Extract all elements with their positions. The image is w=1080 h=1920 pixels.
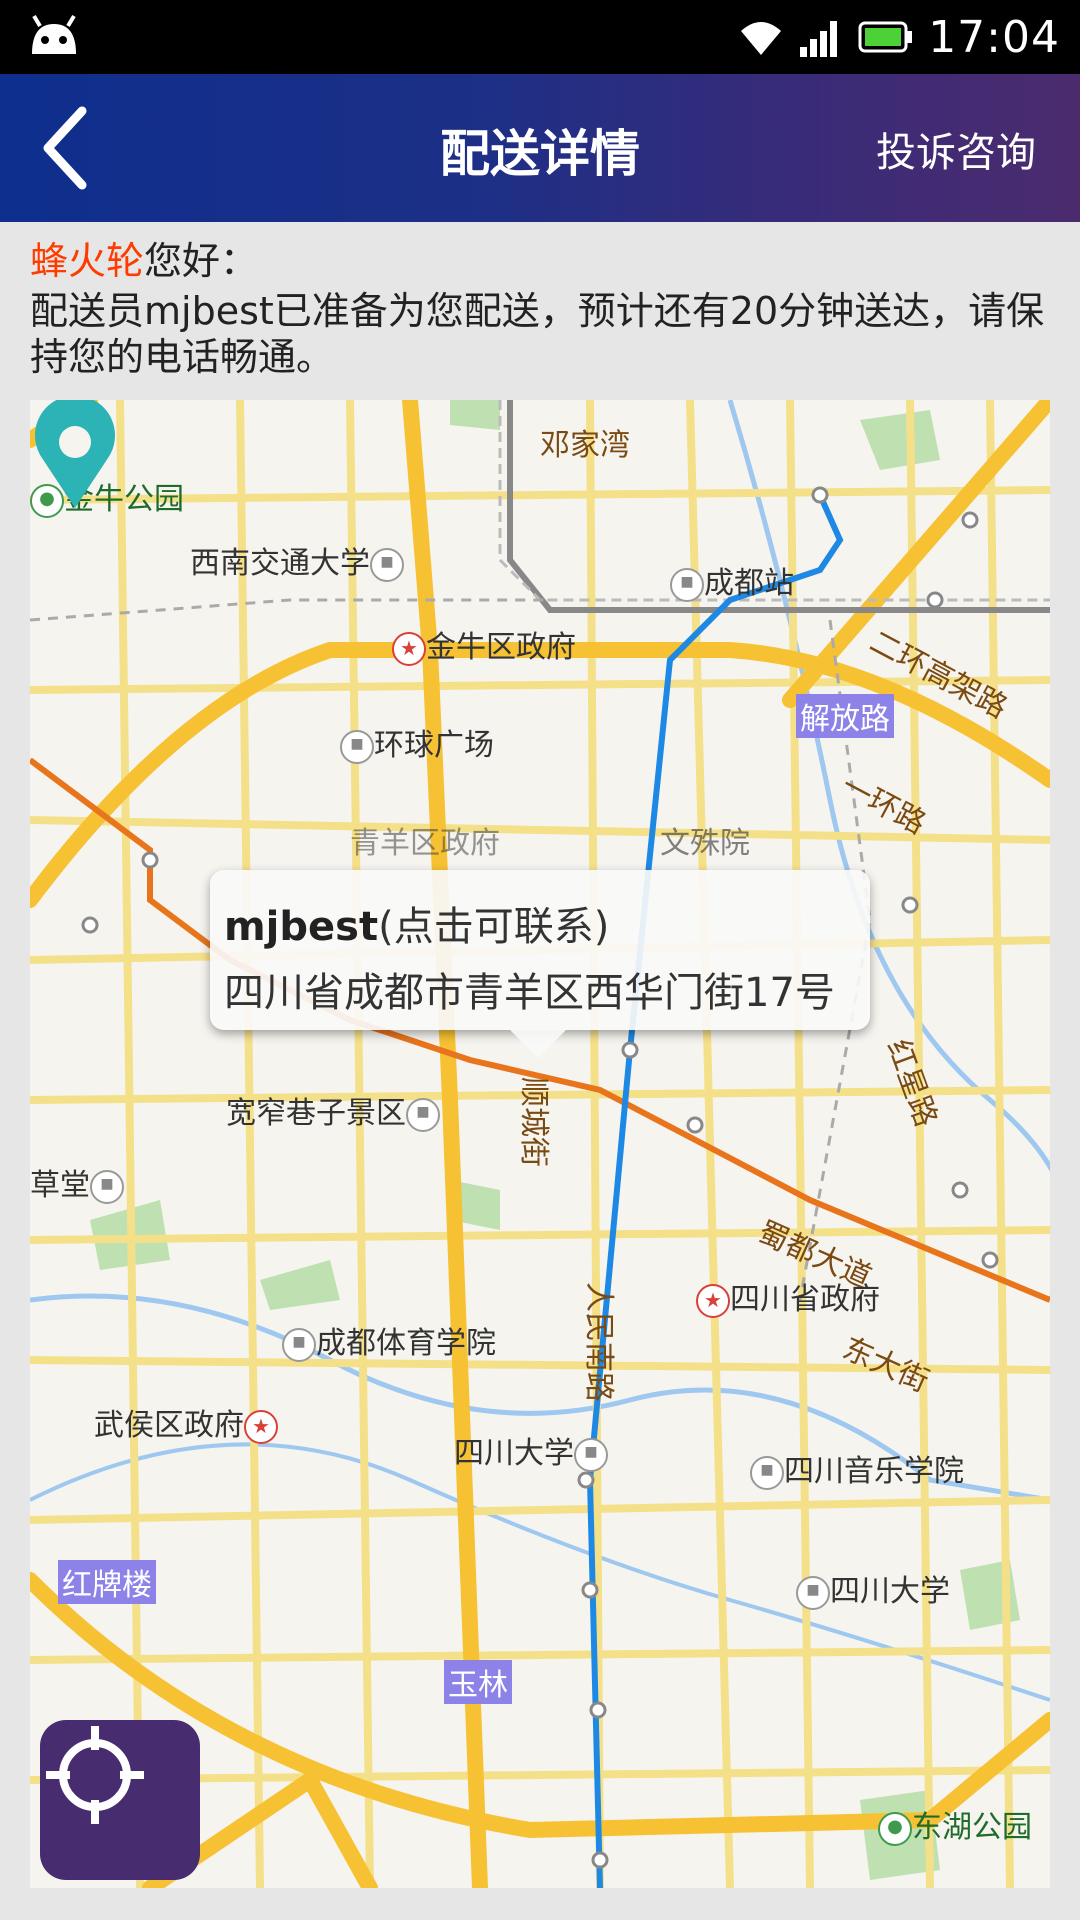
map-label-sport-univ: 成都体育学院 bbox=[282, 1318, 496, 1362]
station-icon bbox=[670, 567, 704, 602]
message-body: 配送员mjbest已准备为您配送，预计还有20分钟送达，请保持您的电话畅通。 bbox=[30, 289, 1045, 379]
map-label-hongpailou: 红牌楼 bbox=[58, 1560, 156, 1604]
map-label-caotang: 草堂 bbox=[30, 1160, 124, 1204]
map-label-jiefang-rd: 解放路 bbox=[796, 694, 894, 738]
school-icon bbox=[750, 1455, 784, 1490]
courier-address: 四川省成都市青羊区西华门街17号 bbox=[224, 970, 835, 1016]
map-label-shuncheng: 顺城街 bbox=[516, 1077, 551, 1167]
map-label-music: 四川音乐学院 bbox=[750, 1446, 964, 1490]
map-label-scu-1: 四川大学 bbox=[454, 1428, 608, 1472]
status-icons: 17:04 bbox=[736, 10, 1060, 64]
location-pin-icon bbox=[35, 400, 115, 508]
map-label-swjtu: 西南交通大学 bbox=[190, 538, 404, 582]
map-label-chengdu-station: 成都站 bbox=[670, 558, 794, 602]
scenic-icon bbox=[406, 1097, 440, 1132]
government-icon bbox=[244, 1409, 278, 1444]
android-icon bbox=[26, 14, 82, 60]
map-label-yulin: 玉林 bbox=[444, 1660, 512, 1704]
building-icon bbox=[340, 729, 374, 764]
popup-title: mjbest(点击可联系) bbox=[224, 894, 609, 952]
map-view[interactable]: 邓家湾 金牛公园 西南交通大学 成都站 金牛区政府 二环高架路 解放路 环球广场… bbox=[30, 400, 1050, 1888]
battery-icon bbox=[858, 21, 913, 53]
crosshair-icon bbox=[46, 1726, 144, 1824]
school-icon bbox=[574, 1437, 608, 1472]
map-label-qingyang-gov: 青羊区政府 bbox=[350, 826, 500, 861]
courier-popup[interactable]: mjbest(点击可联系) 四川省成都市青羊区西华门街17号 bbox=[210, 870, 870, 1058]
locate-button[interactable] bbox=[40, 1720, 200, 1880]
courier-name: mjbest bbox=[224, 904, 379, 950]
map-label-wenshu: 文殊院 bbox=[660, 826, 750, 861]
map-label-scu-2: 四川大学 bbox=[796, 1566, 950, 1610]
customer-name: 蜂火轮 bbox=[30, 239, 145, 283]
app-bar: 配送详情 投诉咨询 bbox=[0, 74, 1080, 222]
school-icon bbox=[796, 1575, 830, 1610]
back-arrow-icon bbox=[43, 106, 87, 190]
museum-icon bbox=[90, 1169, 124, 1204]
school-icon bbox=[370, 547, 404, 582]
map-label-sichuan-gov: 四川省政府 bbox=[696, 1274, 880, 1318]
government-icon bbox=[392, 631, 426, 666]
status-bar: 17:04 bbox=[0, 0, 1080, 74]
map-label-dengjiawan: 邓家湾 bbox=[540, 428, 630, 463]
back-button[interactable] bbox=[20, 100, 116, 196]
map-label-wuhou-gov: 武侯区政府 bbox=[94, 1400, 278, 1444]
delivery-message: 蜂火轮您好： 配送员mjbest已准备为您配送，预计还有20分钟送达，请保持您的… bbox=[30, 238, 1060, 380]
map-label-donghu: 东湖公园 bbox=[878, 1802, 1032, 1846]
government-icon bbox=[696, 1283, 730, 1318]
map-label-jinniu-gov: 金牛区政府 bbox=[392, 622, 576, 666]
wifi-icon bbox=[741, 22, 782, 55]
school-icon bbox=[282, 1327, 316, 1362]
contact-hint: (点击可联系) bbox=[378, 904, 610, 950]
map-label-kuanzhai: 宽窄巷子景区 bbox=[226, 1088, 440, 1132]
clock: 17:04 bbox=[928, 11, 1060, 63]
greeting: 蜂火轮您好： bbox=[30, 238, 1060, 284]
greeting-suffix: 您好： bbox=[144, 239, 259, 283]
map-label-huanqiu: 环球广场 bbox=[340, 720, 494, 764]
park-icon bbox=[878, 1811, 912, 1846]
map-label-renmin-south: 人民南路 bbox=[581, 1282, 616, 1402]
complaint-button[interactable]: 投诉咨询 bbox=[876, 120, 1036, 178]
signal-icon bbox=[800, 21, 838, 57]
